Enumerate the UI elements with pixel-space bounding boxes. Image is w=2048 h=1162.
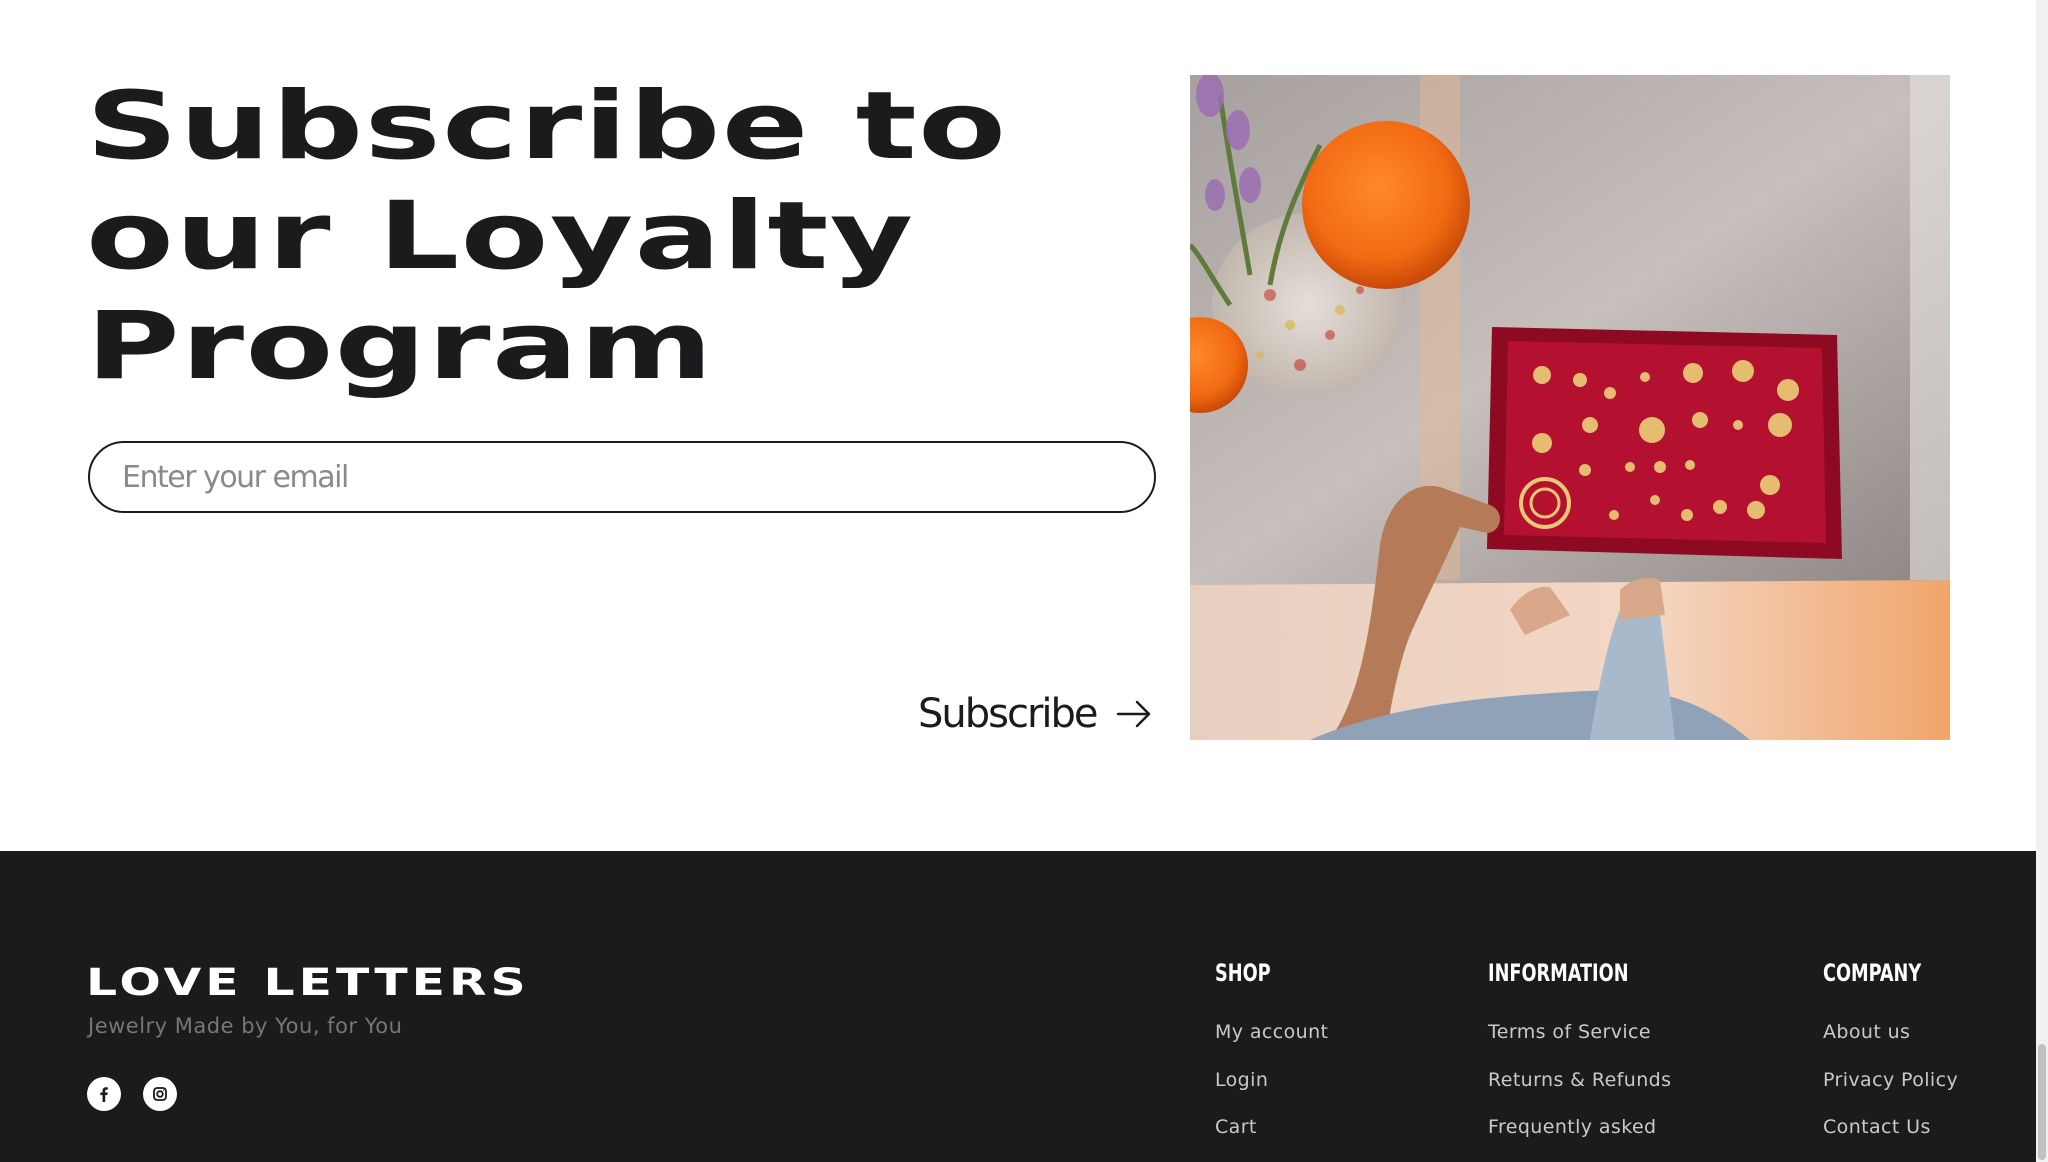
footer-column-title: SHOP — [1215, 959, 1271, 987]
footer-column-company: COMPANY About us Privacy Policy Contact … — [1823, 959, 1958, 1160]
facebook-link[interactable] — [87, 1077, 121, 1111]
footer-link-faq[interactable]: Frequently asked — [1488, 1112, 1671, 1160]
loyalty-subscribe-section: Subscribe to our Loyalty Program Subscri… — [0, 0, 2036, 851]
email-input[interactable] — [88, 441, 1156, 513]
brand-tagline: Jewelry Made by You, for You — [88, 1014, 403, 1038]
footer-link-privacy-policy[interactable]: Privacy Policy — [1823, 1065, 1958, 1113]
instagram-link[interactable] — [143, 1077, 177, 1111]
footer-link-my-account[interactable]: My account — [1215, 1017, 1328, 1065]
footer-link-cart[interactable]: Cart — [1215, 1112, 1328, 1160]
footer-link-login[interactable]: Login — [1215, 1065, 1328, 1113]
arrow-right-icon — [1116, 700, 1150, 728]
footer-column-information: INFORMATION Terms of Service Returns & R… — [1488, 959, 1671, 1160]
subscribe-button-label: Subscribe — [918, 691, 1099, 737]
scrollbar-thumb[interactable] — [2038, 1044, 2046, 1160]
footer-column-title: COMPANY — [1823, 959, 1922, 987]
scrollbar-track[interactable] — [2036, 0, 2048, 1162]
instagram-icon — [153, 1087, 167, 1101]
facebook-icon — [100, 1087, 108, 1102]
footer-column-title: INFORMATION — [1488, 959, 1629, 987]
site-footer: LOVE LETTERS Jewelry Made by You, for Yo… — [0, 851, 2036, 1162]
footer-link-about-us[interactable]: About us — [1823, 1017, 1958, 1065]
jewelry-tray-photo — [1190, 75, 1950, 740]
footer-link-contact-us[interactable]: Contact Us — [1823, 1112, 1958, 1160]
subscribe-button[interactable]: Subscribe — [918, 684, 1153, 744]
brand-logo[interactable]: LOVE LETTERS — [86, 961, 530, 1004]
photo-illustration — [1190, 75, 1950, 740]
footer-link-terms-of-service[interactable]: Terms of Service — [1488, 1017, 1671, 1065]
footer-link-returns-refunds[interactable]: Returns & Refunds — [1488, 1065, 1671, 1113]
footer-column-shop: SHOP My account Login Cart — [1215, 959, 1328, 1160]
